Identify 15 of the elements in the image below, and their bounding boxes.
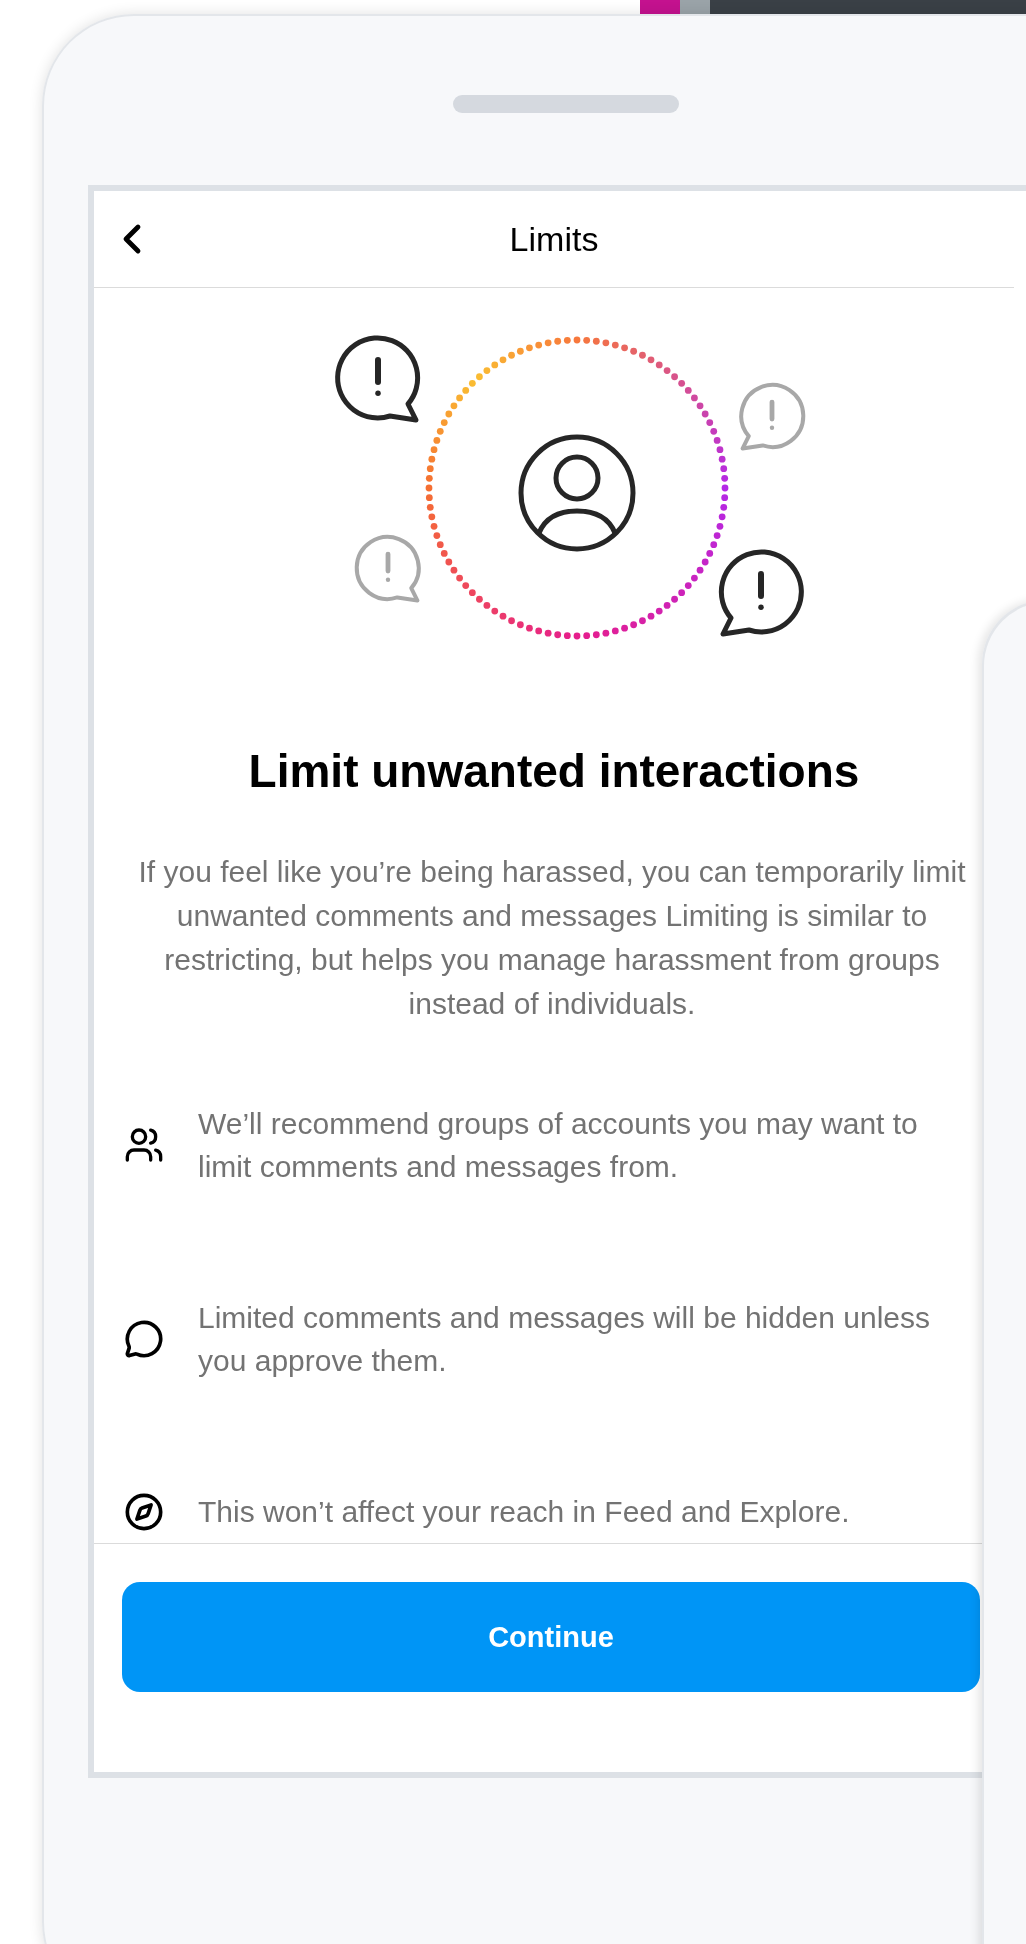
feature-text: We’ll recommend groups of accounts you may want to limit comments and messages from. xyxy=(198,1106,919,1185)
description-text: If you feel like you’re being harassed, you can temporarily limit unwanted comments and messages Limiting is similar to restricting, but helps you manage harassment from groups instead of individuals. xyxy=(137,854,967,1022)
continue-button[interactable]: Continue xyxy=(122,1582,980,1692)
alert-bubble-icon xyxy=(354,534,421,603)
alert-bubble-icon xyxy=(718,549,804,637)
user-avatar-icon xyxy=(518,434,636,552)
feature-text: Limited comments and messages will be hidden unless you approve them. xyxy=(198,1300,932,1379)
people-icon xyxy=(124,1125,164,1165)
heading: Limit unwanted interactions xyxy=(247,744,861,798)
compass-icon xyxy=(124,1491,164,1532)
screen-title: Limits xyxy=(509,219,599,259)
chat-bubble-icon xyxy=(124,1319,164,1359)
alert-bubble-icon xyxy=(335,335,421,423)
alert-bubble-icon xyxy=(739,382,806,451)
feature-text: This won’t affect your reach in Feed and Explore. xyxy=(198,1494,851,1530)
